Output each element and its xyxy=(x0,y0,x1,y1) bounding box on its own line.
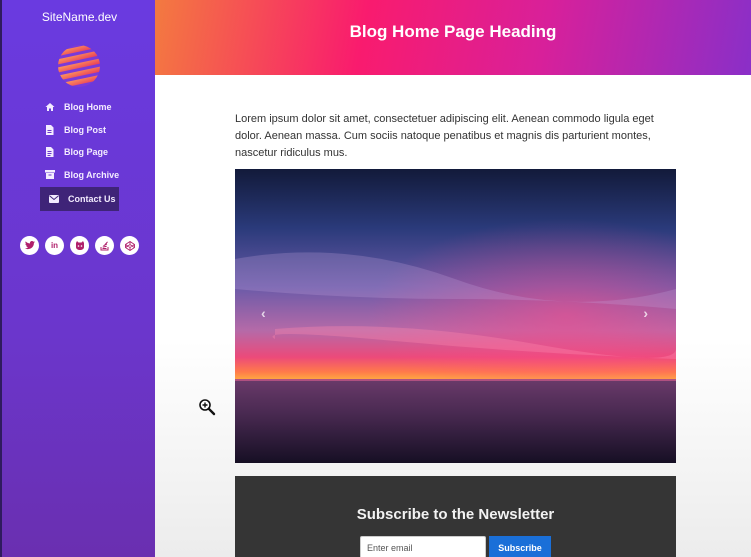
logo-icon[interactable] xyxy=(57,44,101,88)
zoom-in-cursor-icon xyxy=(199,399,216,416)
image-carousel[interactable]: ‹ › xyxy=(235,169,676,463)
sidebar-item-label: Contact Us xyxy=(68,194,116,204)
subscribe-button[interactable]: Subscribe xyxy=(489,536,551,557)
social-links: in xyxy=(20,236,139,255)
home-icon xyxy=(44,102,55,113)
sidebar-item-label: Blog Home xyxy=(64,102,112,113)
site-name[interactable]: SiteName.dev xyxy=(2,10,157,24)
page-title: Blog Home Page Heading xyxy=(349,22,557,41)
email-input[interactable] xyxy=(360,536,486,557)
file-text-icon xyxy=(44,147,55,158)
sidebar-item-label: Blog Archive xyxy=(64,169,120,180)
page-header: Blog Home Page Heading xyxy=(155,0,751,75)
codepen-icon[interactable] xyxy=(120,236,139,255)
intro-paragraph: Lorem ipsum dolor sit amet, consectetuer… xyxy=(235,113,654,159)
sidebar-item-contact-us[interactable]: Contact Us xyxy=(40,187,119,211)
stackoverflow-icon[interactable] xyxy=(95,236,114,255)
twitter-icon[interactable] xyxy=(20,236,39,255)
newsletter-section: Subscribe to the Newsletter Subscribe xyxy=(235,476,676,557)
newsletter-title: Subscribe to the Newsletter xyxy=(356,506,555,523)
envelope-icon xyxy=(48,194,59,205)
linkedin-icon[interactable]: in xyxy=(45,236,64,255)
sidebar: SiteName.dev Blog Home Blog Post Blog Pa… xyxy=(0,0,155,557)
sidebar-item-blog-home[interactable]: Blog Home xyxy=(40,96,120,119)
sidebar-item-blog-archive[interactable]: Blog Archive xyxy=(40,164,120,187)
sidebar-item-blog-page[interactable]: Blog Page xyxy=(40,141,120,164)
sidebar-item-label: Blog Post xyxy=(64,124,106,135)
sidebar-nav: Blog Home Blog Post Blog Page Blog Archi… xyxy=(40,96,120,211)
main-content: Lorem ipsum dolor sit amet, consectetuer… xyxy=(155,75,751,557)
carousel-next-icon[interactable]: › xyxy=(643,305,648,321)
github-icon[interactable] xyxy=(70,236,89,255)
sunset-image xyxy=(235,169,676,463)
sidebar-item-label: Blog Page xyxy=(64,147,109,158)
file-icon xyxy=(44,124,55,135)
archive-icon xyxy=(44,169,55,180)
sidebar-item-blog-post[interactable]: Blog Post xyxy=(40,119,120,142)
carousel-prev-icon[interactable]: ‹ xyxy=(261,305,266,321)
